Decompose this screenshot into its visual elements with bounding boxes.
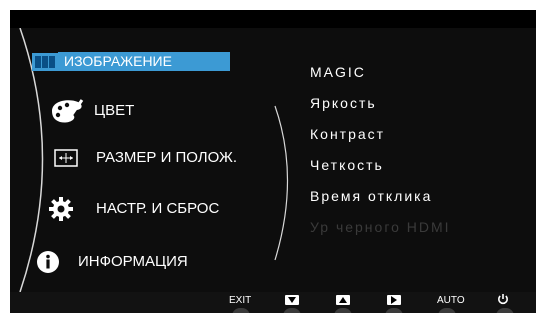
right-arrow-icon xyxy=(387,295,401,305)
gear-icon xyxy=(48,196,74,222)
down-button[interactable] xyxy=(285,293,299,307)
up-arrow-icon xyxy=(336,295,350,305)
auto-button[interactable]: AUTO xyxy=(437,293,465,307)
menu-item-setup-reset[interactable]: НАСТР. И СБРОС xyxy=(48,196,219,222)
menu-item-label: ИЗОБРАЖЕНИЕ xyxy=(58,52,230,71)
submenu-item-magic[interactable]: MAGIC xyxy=(310,64,366,80)
menu-item-color[interactable]: ЦВЕТ xyxy=(48,96,134,126)
control-button-bar: EXIT AUTO xyxy=(10,292,536,313)
button-indicator xyxy=(232,308,250,313)
button-indicator xyxy=(496,308,514,313)
submenu-item-hdmi-black-level: Ур черного HDMI xyxy=(310,219,451,235)
auto-label: AUTO xyxy=(437,294,465,306)
submenu-item-contrast[interactable]: Контраст xyxy=(310,126,385,142)
monitor-screen: ИЗОБРАЖЕНИЕ ЦВЕТ РАЗМЕР И ПОЛОЖ. НАСТР. … xyxy=(10,10,536,313)
up-button[interactable] xyxy=(336,293,350,307)
power-icon xyxy=(497,293,509,308)
size-position-icon xyxy=(54,149,78,167)
menu-item-label: ЦВЕТ xyxy=(94,102,135,119)
submenu-item-brightness[interactable]: Яркость xyxy=(310,95,377,111)
button-indicator xyxy=(438,308,456,313)
picture-icon xyxy=(32,52,58,71)
button-indicator xyxy=(334,308,352,313)
info-icon xyxy=(36,250,60,274)
palette-icon xyxy=(48,96,86,126)
menu-item-label: ИНФОРМАЦИЯ xyxy=(78,253,188,270)
menu-item-label: РАЗМЕР И ПОЛОЖ. xyxy=(96,149,237,166)
down-arrow-icon xyxy=(285,295,299,305)
menu-item-picture[interactable]: ИЗОБРАЖЕНИЕ xyxy=(32,52,230,71)
submenu-item-sharpness[interactable]: Четкость xyxy=(310,157,384,173)
exit-label: EXIT xyxy=(229,294,252,306)
menu-item-size-position[interactable]: РАЗМЕР И ПОЛОЖ. xyxy=(54,148,237,168)
enter-button[interactable] xyxy=(387,293,401,307)
menu-item-information[interactable]: ИНФОРМАЦИЯ xyxy=(36,250,188,274)
menu-item-label: НАСТР. И СБРОС xyxy=(96,200,220,217)
button-indicator xyxy=(283,308,301,313)
submenu-item-response-time[interactable]: Время отклика xyxy=(310,188,432,204)
osd-menu: ИЗОБРАЖЕНИЕ ЦВЕТ РАЗМЕР И ПОЛОЖ. НАСТР. … xyxy=(10,28,536,292)
button-indicator xyxy=(385,308,403,313)
exit-button[interactable]: EXIT xyxy=(229,293,251,307)
power-button[interactable] xyxy=(497,293,509,307)
